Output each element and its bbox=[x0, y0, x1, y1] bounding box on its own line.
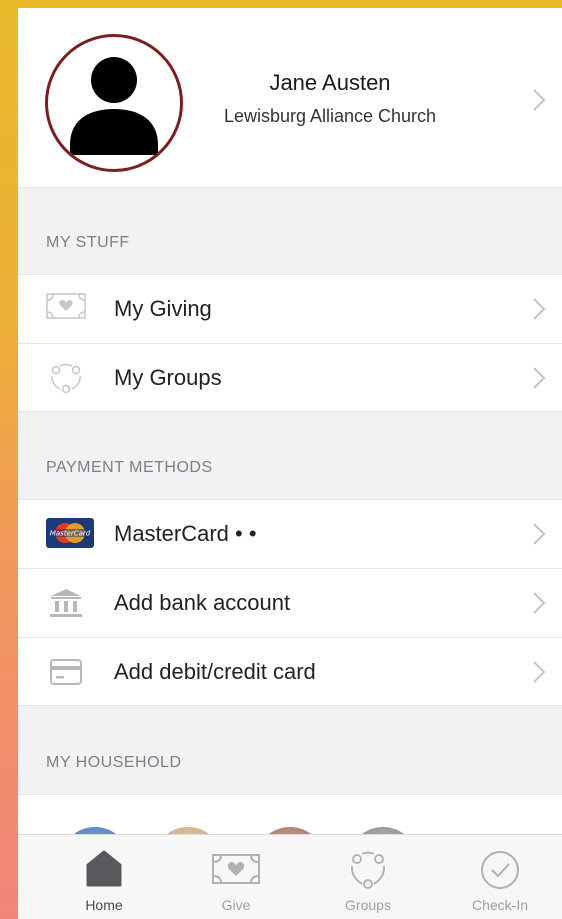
chevron-right-icon bbox=[532, 297, 546, 321]
tab-give[interactable]: Give bbox=[168, 835, 304, 919]
avatar[interactable] bbox=[45, 34, 183, 172]
chevron-right-icon bbox=[532, 591, 546, 615]
tab-groups[interactable]: Groups bbox=[300, 835, 436, 919]
chevron-right-icon bbox=[532, 366, 546, 390]
home-icon bbox=[84, 849, 124, 892]
credit-card-icon bbox=[46, 656, 94, 688]
section-header-my-stuff: MY STUFF bbox=[46, 234, 130, 251]
bank-icon bbox=[46, 587, 94, 619]
section-header-my-household: MY HOUSEHOLD bbox=[46, 754, 182, 771]
add-card-label: Add debit/credit card bbox=[114, 659, 316, 684]
profile-church: Lewisburg Alliance Church bbox=[223, 106, 437, 126]
person-silhouette-icon bbox=[70, 57, 158, 155]
groups-icon bbox=[346, 849, 390, 896]
section-header-payment-methods: PAYMENT METHODS bbox=[46, 459, 213, 476]
mastercard-row[interactable]: MasterCard MasterCard • • bbox=[18, 499, 562, 568]
mastercard-icon: MasterCard bbox=[46, 518, 94, 550]
tab-home[interactable]: Home bbox=[36, 835, 172, 919]
my-groups-label: My Groups bbox=[114, 365, 222, 390]
chevron-right-icon bbox=[532, 522, 546, 546]
tab-check-in-label: Check-In bbox=[471, 897, 529, 913]
add-bank-account-label: Add bank account bbox=[114, 590, 291, 615]
groups-icon bbox=[46, 362, 94, 394]
tab-groups-label: Groups bbox=[345, 897, 391, 913]
mastercard-label: MasterCard • • bbox=[114, 521, 257, 546]
add-bank-account-row[interactable]: Add bank account bbox=[18, 568, 562, 637]
chevron-right-icon bbox=[532, 88, 546, 112]
my-groups-row[interactable]: My Groups bbox=[18, 343, 562, 412]
profile-header[interactable]: Jane Austen Lewisburg Alliance Church bbox=[18, 8, 562, 188]
svg-text:MasterCard: MasterCard bbox=[50, 530, 91, 538]
giving-icon bbox=[46, 293, 94, 325]
tab-home-label: Home bbox=[85, 897, 123, 913]
account-screen: Jane Austen Lewisburg Alliance Church MY… bbox=[18, 8, 562, 919]
check-in-icon bbox=[479, 849, 521, 896]
profile-name: Jane Austen bbox=[269, 70, 391, 95]
tab-give-label: Give bbox=[221, 897, 251, 913]
my-giving-label: My Giving bbox=[114, 296, 212, 321]
chevron-right-icon bbox=[532, 660, 546, 684]
tab-bar: Home Give Groups Check-In bbox=[18, 834, 562, 919]
my-giving-row[interactable]: My Giving bbox=[18, 274, 562, 343]
give-icon bbox=[211, 849, 261, 892]
tab-check-in[interactable]: Check-In bbox=[432, 835, 562, 919]
add-card-row[interactable]: Add debit/credit card bbox=[18, 637, 562, 706]
